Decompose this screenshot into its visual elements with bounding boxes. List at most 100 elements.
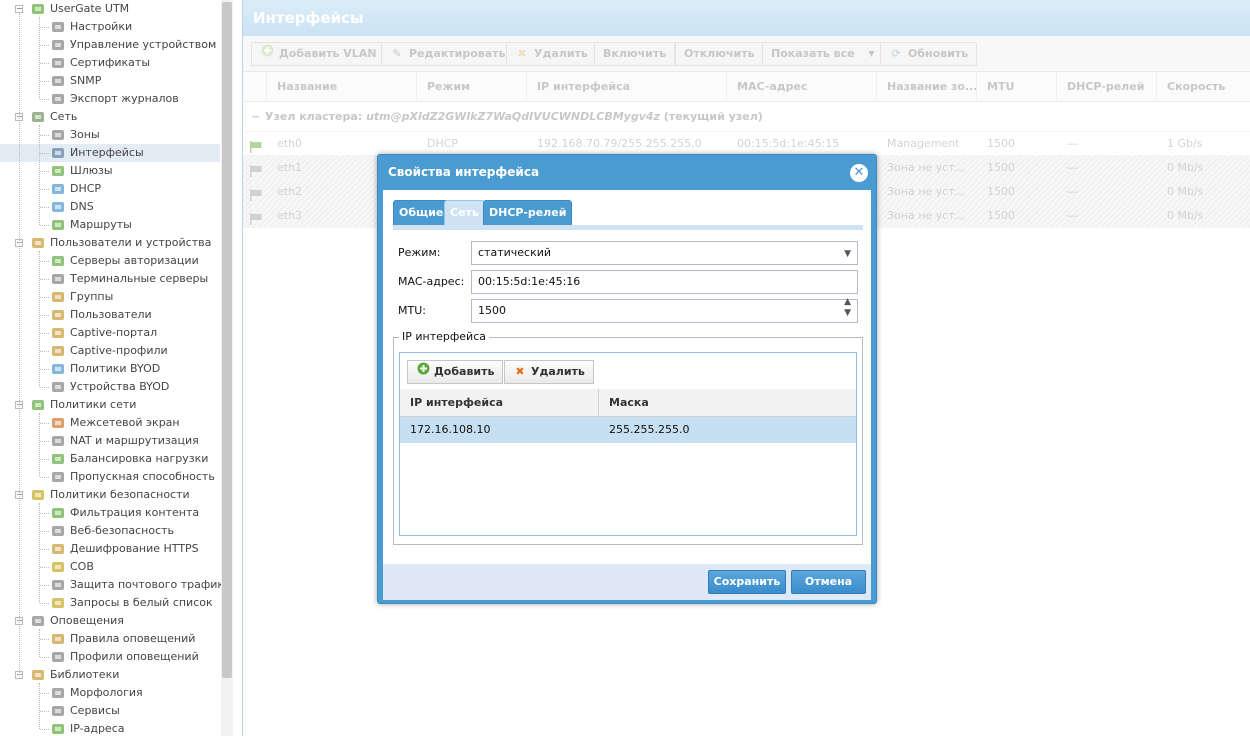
ip-cell: 172.16.108.10 [410,423,491,436]
sidebar-item[interactable]: − Пользователи и устройства [0,234,220,252]
sidebar-item[interactable]: − Политики безопасности [0,486,220,504]
tab-general[interactable]: Общие [393,200,450,226]
nat-icon [50,433,66,449]
save-button[interactable]: Сохранить [708,570,786,594]
sidebar-item[interactable]: Пользователи [0,306,220,324]
tree-connector [40,171,49,172]
sidebar-item[interactable]: Captive-портал [0,324,220,342]
sidebar-item[interactable]: Интерфейсы [0,144,220,162]
sidebar-item[interactable]: Профили оповещений [0,648,220,666]
sidebar-item[interactable]: Серверы авторизации [0,252,220,270]
table-row[interactable]: 172.16.108.10 255.255.255.0 [400,417,856,443]
load-balance-icon [50,451,66,467]
https-decrypt-icon [50,541,66,557]
chevron-down-icon[interactable]: ▼ [844,243,851,265]
sidebar-item[interactable]: Экспорт журналов [0,90,220,108]
sidebar-item[interactable]: SNMP [0,72,220,90]
sidebar-item[interactable]: Правила оповещений [0,630,220,648]
add-ip-button[interactable]: Добавить [407,360,504,384]
sidebar-item[interactable]: СОВ [0,558,220,576]
tree-connector [40,297,49,298]
sidebar-item-label: Дешифрование HTTPS [70,542,199,555]
libraries-icon [30,667,46,683]
sidebar-item[interactable]: Зоны [0,126,220,144]
dns-icon [50,199,66,215]
sidebar-item[interactable]: − Оповещения [0,612,220,630]
tree-connector [40,513,49,514]
column-header-mask[interactable]: Маска [599,389,856,417]
interfaces-icon [50,145,66,161]
users-devices-icon [30,235,46,251]
sidebar-item[interactable]: Запросы в белый список [0,594,220,612]
sidebar-item[interactable]: Политики BYOD [0,360,220,378]
mode-select[interactable]: статический ▼ [471,241,858,265]
sidebar-item[interactable]: Межсетевой экран [0,414,220,432]
add-icon [416,361,430,383]
sidebar-item[interactable]: Шлюзы [0,162,220,180]
dialog-title: Свойства интерфейса [388,165,540,179]
close-icon[interactable]: ✕ [850,164,868,182]
sidebar-item-label: Оповещения [50,614,124,627]
tree-connector [40,153,49,154]
sidebar-item-label: Сертификаты [70,56,151,69]
sidebar-item[interactable]: Веб-безопасность [0,522,220,540]
tab-network[interactable]: Сеть [444,200,485,226]
tree-connector [40,585,49,586]
sidebar-item[interactable]: Морфология [0,684,220,702]
sidebar-item-label: DNS [70,200,94,213]
sidebar-item[interactable]: NAT и маршрутизация [0,432,220,450]
sidebar-item[interactable]: Маршруты [0,216,220,234]
sidebar-item[interactable]: DHCP [0,180,220,198]
sidebar-item-label: Политики сети [50,398,137,411]
whitelist-icon [50,595,66,611]
sidebar-item[interactable]: Дешифрование HTTPS [0,540,220,558]
tree-connector [40,693,49,694]
sidebar-item[interactable]: IP-адреса [0,720,220,736]
tab-dhcp-relay[interactable]: DHCP-релей [483,200,573,226]
sidebar-item-label: Фильтрация контента [70,506,200,519]
sidebar-item-label: Запросы в белый список [70,596,213,609]
sidebar-item[interactable]: − Сеть [0,108,220,126]
sidebar-item[interactable]: − UserGate UTM [0,0,220,18]
sidebar-item[interactable]: Терминальные серверы [0,270,220,288]
tree-connector [40,657,49,658]
sidebar-item[interactable]: − Библиотеки [0,666,220,684]
sidebar-item[interactable]: Устройства BYOD [0,378,220,396]
sidebar-scrollbar-thumb[interactable] [222,2,232,678]
device-icon [50,37,66,53]
sidebar-item[interactable]: Группы [0,288,220,306]
sidebar-item-label: Морфология [70,686,143,699]
tree-connector [40,27,49,28]
byod-device-icon [50,379,66,395]
sidebar-item[interactable]: Сервисы [0,702,220,720]
sidebar-item[interactable]: DNS [0,198,220,216]
spinner-icon[interactable]: ▲ ▼ [844,297,851,319]
export-icon [50,91,66,107]
mtu-label: MTU: [398,304,426,317]
ip-addresses-icon [50,721,66,736]
sidebar-item[interactable]: Пропускная способность [0,468,220,486]
sidebar-item-label: SNMP [70,74,102,87]
mtu-stepper[interactable]: 1500 ▲ ▼ [471,297,858,323]
sidebar-item[interactable]: Сертификаты [0,54,220,72]
sidebar-item[interactable]: Captive-профили [0,342,220,360]
mac-field[interactable]: 00:15:5d:1e:45:16 [471,270,858,294]
sidebar-item[interactable]: Защита почтового трафика [0,576,231,594]
sidebar-item[interactable]: Управление устройством [0,36,220,54]
cancel-button[interactable]: Отмена [791,570,866,594]
morphology-icon [50,685,66,701]
sidebar-item[interactable]: Настройки [0,18,220,36]
services-icon [50,703,66,719]
sidebar-item[interactable]: − Политики сети [0,396,220,414]
collapse-toggle-icon[interactable]: − [15,5,23,13]
sidebar-item[interactable]: Фильтрация контента [0,504,220,522]
tree-connector [40,441,49,442]
tree-connector [40,351,49,352]
ip-interface-legend: IP интерфейса [399,330,489,343]
dialog-footer: Сохранить Отмена [383,564,871,600]
sidebar-item-label: Зоны [70,128,100,141]
sidebar-item[interactable]: Балансировка нагрузки [0,450,220,468]
delete-ip-button[interactable]: ✖ Удалить [504,360,594,384]
settings-icon [50,19,66,35]
column-header-ip-interface[interactable]: IP интерфейса [400,389,599,417]
